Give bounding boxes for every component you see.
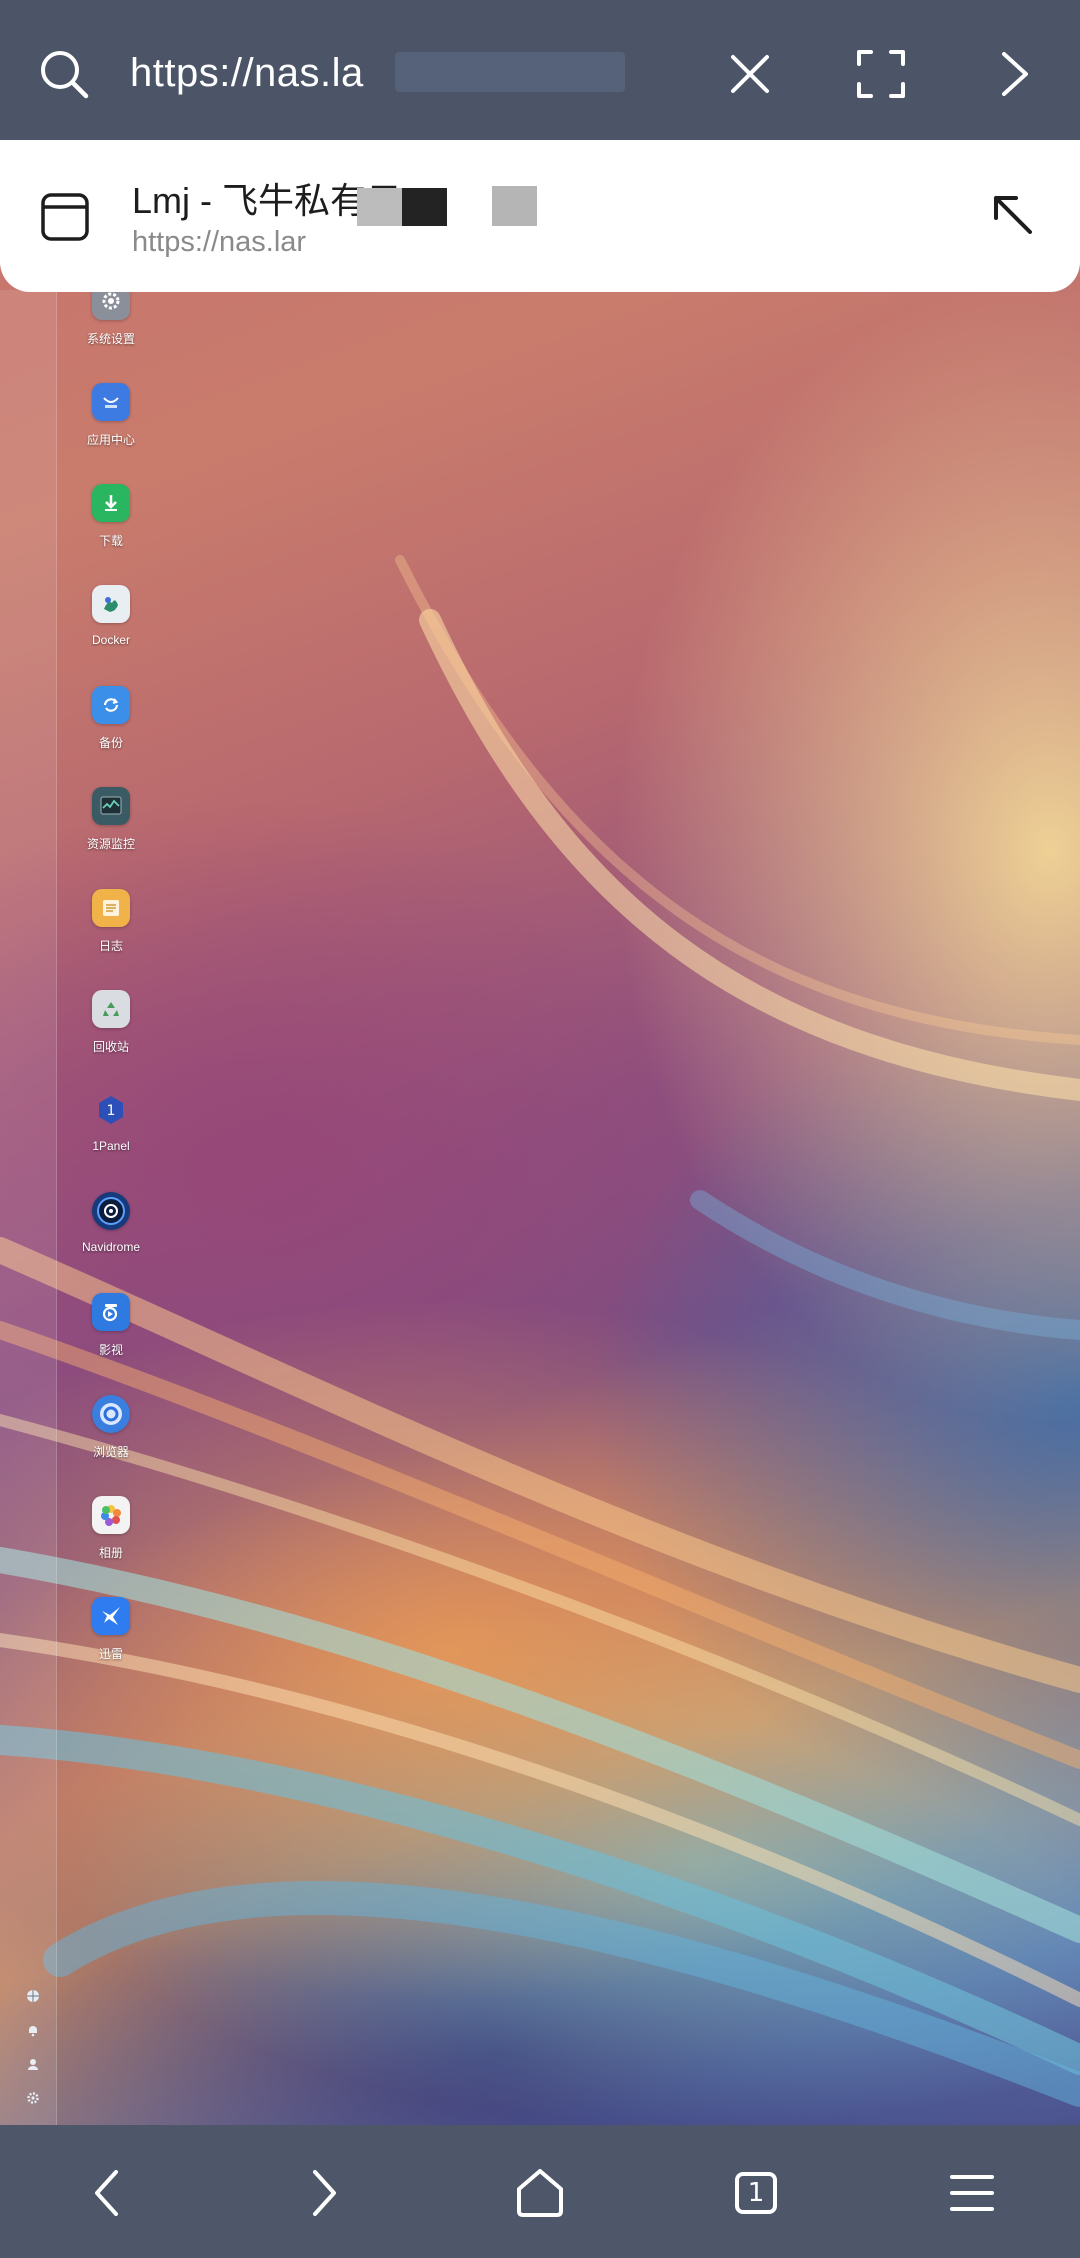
redacted-url-overlay [395, 52, 625, 92]
app-store-icon [92, 383, 130, 421]
log-icon [92, 889, 130, 927]
app-download[interactable]: 下载 [75, 484, 147, 549]
app-navidrome[interactable]: Navidrome [75, 1192, 147, 1254]
app-backup[interactable]: 备份 [75, 686, 147, 751]
url-suggestion-item[interactable]: Lmj - 飞牛私有云 https://nas.lar [0, 140, 1080, 292]
app-label: 回收站 [92, 1040, 129, 1054]
app-resource-monitor[interactable]: 资源监控 [75, 787, 147, 852]
app-browser[interactable]: 浏览器 [75, 1395, 147, 1460]
fill-url-arrow-icon[interactable] [990, 192, 1036, 238]
app-label: 浏览器 [92, 1445, 129, 1459]
tabs-button[interactable]: 1 [716, 2153, 796, 2233]
1panel-icon: 1 [92, 1091, 130, 1129]
app-label: 迅雷 [98, 1647, 123, 1661]
app-label: 影视 [98, 1343, 123, 1357]
svg-text:1: 1 [107, 1103, 116, 1119]
app-label: 下载 [98, 534, 123, 548]
app-label: 日志 [98, 939, 123, 953]
clear-button[interactable] [728, 52, 772, 96]
app-label: 备份 [98, 736, 123, 750]
browser-icon [92, 1395, 130, 1433]
app-label: 1Panel [92, 1139, 130, 1153]
tab-counter-icon: 1 [735, 2172, 777, 2214]
app-docker[interactable]: Docker [75, 585, 147, 647]
back-button[interactable] [67, 2153, 147, 2233]
app-logs[interactable]: 日志 [75, 889, 147, 954]
user-icon[interactable] [26, 2057, 40, 2071]
app-label: 资源监控 [86, 837, 135, 851]
app-label: Navidrome [81, 1240, 141, 1254]
redaction-block [402, 188, 447, 230]
app-label: Docker [91, 633, 130, 647]
thunder-icon [92, 1597, 130, 1635]
go-button[interactable] [998, 50, 1032, 98]
tab-count: 1 [747, 2178, 765, 2208]
recycle-bin-icon [92, 990, 130, 1028]
video-icon [92, 1293, 130, 1331]
globe-icon[interactable] [26, 1989, 40, 2003]
dock-sidebar [0, 290, 57, 2125]
app-video[interactable]: 影视 [75, 1293, 147, 1358]
backup-icon [92, 686, 130, 724]
desktop-wallpaper [0, 0, 1080, 2258]
redacted-url-overlay [320, 226, 740, 278]
docker-icon [92, 585, 130, 623]
chevron-right-icon [313, 2170, 336, 2216]
browser-bottom-toolbar: 1 [0, 2125, 1080, 2258]
app-label: 相册 [98, 1546, 123, 1560]
forward-button[interactable] [284, 2153, 364, 2233]
webpage-icon [41, 193, 89, 241]
app-app-center[interactable]: 应用中心 [75, 383, 147, 448]
home-icon [517, 2169, 563, 2217]
settings-icon[interactable] [26, 2091, 40, 2105]
redaction-block [357, 188, 402, 230]
wallpaper-waves [0, 555, 1080, 2107]
redaction-block [492, 186, 537, 230]
monitor-icon [92, 787, 130, 825]
download-icon [92, 484, 130, 522]
app-thunder[interactable]: 迅雷 [75, 1597, 147, 1662]
app-label: 应用中心 [86, 433, 135, 447]
app-recycle-bin[interactable]: 回收站 [75, 990, 147, 1055]
app-1panel[interactable]: 1 1Panel [75, 1091, 147, 1153]
home-button[interactable] [500, 2153, 580, 2233]
photos-icon [92, 1496, 130, 1534]
address-bar: https://nas.la [0, 0, 1080, 140]
scan-button[interactable] [855, 48, 907, 100]
chevron-left-icon [95, 2170, 118, 2216]
app-photos[interactable]: 相册 [75, 1496, 147, 1561]
app-label: 系统设置 [86, 332, 135, 346]
search-icon [41, 51, 89, 99]
menu-button[interactable] [932, 2153, 1012, 2233]
bell-icon[interactable] [26, 2023, 40, 2037]
hamburger-menu-icon [950, 2175, 994, 2211]
navidrome-icon [92, 1192, 130, 1230]
suggestion-url: https://nas.lar [132, 226, 307, 258]
